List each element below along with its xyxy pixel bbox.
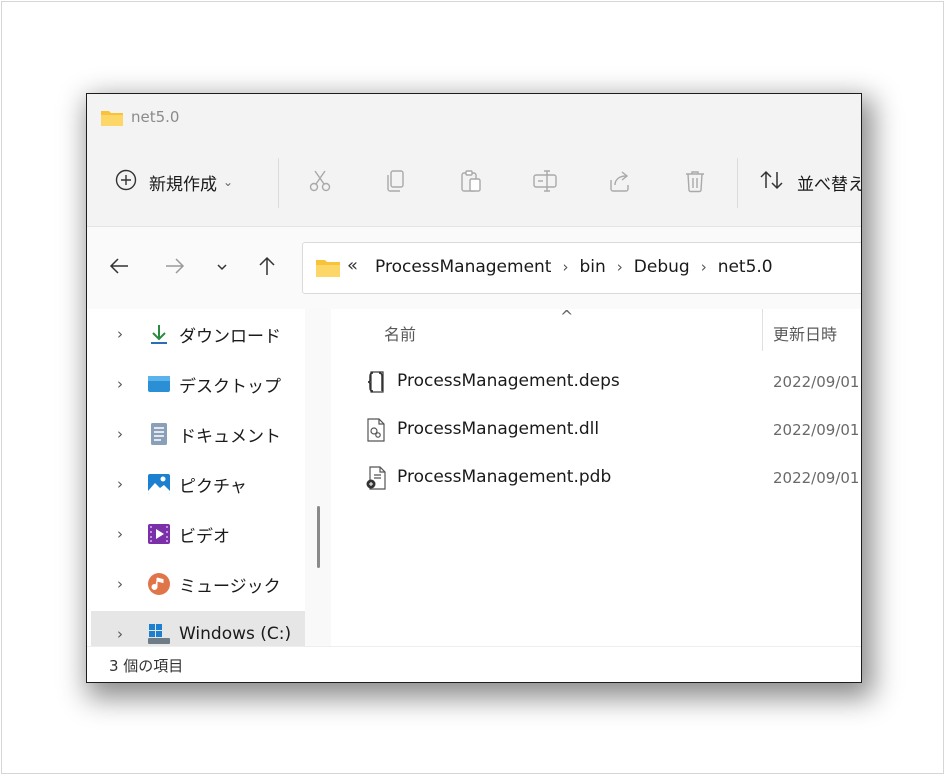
documents-icon bbox=[147, 422, 171, 446]
dll-file-icon bbox=[365, 418, 387, 442]
sidebar-item-label: デスクトップ bbox=[179, 376, 281, 397]
sidebar-item-downloads[interactable]: › ダウンロード bbox=[87, 311, 331, 357]
navigation-bar: « ProcessManagement › bin › Debug › net5… bbox=[87, 227, 861, 309]
new-button[interactable]: 新規作成 ⌄ bbox=[115, 162, 233, 202]
arrow-right-icon bbox=[163, 254, 187, 282]
delete-button[interactable] bbox=[680, 168, 710, 198]
music-icon bbox=[147, 572, 171, 596]
sort-button[interactable]: 並べ替え bbox=[759, 162, 861, 202]
sidebar-item-label: ビデオ bbox=[179, 526, 230, 547]
chevron-right-icon[interactable]: › bbox=[117, 625, 123, 643]
breadcrumb-separator[interactable]: › bbox=[617, 258, 623, 276]
rename-button[interactable] bbox=[530, 168, 560, 198]
sidebar-item-label: ドキュメント bbox=[179, 426, 281, 447]
chevron-right-icon[interactable]: › bbox=[117, 575, 123, 593]
file-row[interactable]: ProcessManagement.dll 2022/09/01 bbox=[357, 408, 861, 452]
recent-locations-button[interactable] bbox=[209, 255, 235, 281]
address-overflow-chevron[interactable]: « bbox=[347, 255, 358, 276]
file-name: ProcessManagement.deps bbox=[397, 371, 620, 391]
scissors-icon bbox=[307, 168, 333, 198]
status-bar: 3 個の項目 bbox=[87, 646, 861, 682]
copy-button[interactable] bbox=[381, 168, 411, 198]
breadcrumb-item[interactable]: net5.0 bbox=[718, 257, 773, 277]
copy-icon bbox=[383, 168, 409, 198]
sidebar-item-label: Windows (C:) bbox=[179, 624, 292, 644]
sort-indicator: ^ bbox=[560, 307, 574, 326]
forward-button[interactable] bbox=[162, 255, 188, 281]
trash-icon bbox=[682, 168, 708, 198]
sidebar-item-label: ピクチャ bbox=[179, 476, 247, 497]
column-divider[interactable] bbox=[762, 309, 763, 351]
command-bar: 新規作成 ⌄ 並べ替え bbox=[87, 140, 861, 227]
chevron-right-icon[interactable]: › bbox=[117, 525, 123, 543]
sort-button-label: 並べ替え bbox=[797, 174, 861, 195]
json-file-icon bbox=[365, 370, 387, 394]
clipboard-icon bbox=[458, 168, 484, 198]
navigation-pane-scrollbar[interactable] bbox=[305, 309, 331, 646]
sidebar-item-label: ダウンロード bbox=[179, 326, 281, 347]
up-button[interactable] bbox=[254, 255, 280, 281]
share-icon bbox=[607, 168, 633, 198]
sidebar-item-windows-drive[interactable]: › Windows (C:) bbox=[91, 611, 305, 646]
desktop-icon bbox=[147, 372, 171, 396]
chevron-right-icon[interactable]: › bbox=[117, 425, 123, 443]
file-date-modified: 2022/09/01 bbox=[773, 373, 860, 391]
toolbar-divider bbox=[278, 158, 279, 208]
sidebar-item-videos[interactable]: › ビデオ bbox=[87, 511, 331, 557]
new-button-label: 新規作成 bbox=[149, 174, 217, 195]
breadcrumb-item[interactable]: bin bbox=[579, 257, 605, 277]
drive-icon bbox=[147, 622, 171, 646]
breadcrumb-separator[interactable]: › bbox=[701, 258, 707, 276]
sidebar-item-documents[interactable]: › ドキュメント bbox=[87, 411, 331, 457]
chevron-right-icon[interactable]: › bbox=[117, 475, 123, 493]
breadcrumb-item[interactable]: ProcessManagement bbox=[375, 257, 551, 277]
file-row[interactable]: ProcessManagement.pdb 2022/09/01 bbox=[357, 456, 861, 500]
chevron-down-icon bbox=[215, 259, 229, 278]
toolbar-divider bbox=[737, 158, 738, 208]
chevron-right-icon[interactable]: › bbox=[117, 375, 123, 393]
sort-icon bbox=[759, 168, 785, 196]
file-date-modified: 2022/09/01 bbox=[773, 421, 860, 439]
column-header-date-modified[interactable]: 更新日時 bbox=[773, 321, 837, 345]
download-icon bbox=[147, 322, 171, 346]
title-bar: net5.0 bbox=[87, 94, 861, 140]
sidebar-item-music[interactable]: › ミュージック bbox=[87, 561, 331, 607]
navigation-pane: › ダウンロード › デスクトップ › ドキュメント › ピクチャ › ビデオ … bbox=[87, 309, 331, 646]
chevron-down-icon: ⌄ bbox=[223, 175, 234, 189]
address-bar[interactable]: « ProcessManagement › bin › Debug › net5… bbox=[302, 242, 861, 294]
share-button[interactable] bbox=[605, 168, 635, 198]
add-circle-icon bbox=[115, 169, 137, 195]
file-name: ProcessManagement.pdb bbox=[397, 467, 612, 487]
arrow-up-icon bbox=[255, 254, 279, 282]
paste-button[interactable] bbox=[456, 168, 486, 198]
sidebar-item-label: ミュージック bbox=[179, 576, 281, 597]
breadcrumb: ProcessManagement › bin › Debug › net5.0 bbox=[375, 257, 773, 277]
sidebar-item-desktop[interactable]: › デスクトップ bbox=[87, 361, 331, 407]
sidebar-item-pictures[interactable]: › ピクチャ bbox=[87, 461, 331, 507]
window-title: net5.0 bbox=[131, 108, 180, 126]
scrollbar-thumb[interactable] bbox=[317, 506, 320, 568]
pdb-file-icon bbox=[365, 466, 387, 490]
pictures-icon bbox=[147, 472, 171, 496]
chevron-right-icon[interactable]: › bbox=[117, 325, 123, 343]
rename-icon bbox=[531, 168, 559, 198]
column-header-name[interactable]: 名前 bbox=[384, 321, 416, 345]
folder-icon bbox=[100, 108, 124, 132]
explorer-window: net5.0 新規作成 ⌄ 並べ替え « ProcessManagement ›… bbox=[87, 94, 861, 682]
file-name: ProcessManagement.dll bbox=[397, 419, 600, 439]
arrow-left-icon bbox=[107, 254, 131, 282]
cut-button[interactable] bbox=[305, 168, 335, 198]
file-date-modified: 2022/09/01 bbox=[773, 469, 860, 487]
videos-icon bbox=[147, 522, 171, 546]
folder-icon bbox=[315, 257, 341, 283]
breadcrumb-separator[interactable]: › bbox=[562, 258, 568, 276]
back-button[interactable] bbox=[106, 255, 132, 281]
breadcrumb-item[interactable]: Debug bbox=[634, 257, 690, 277]
item-count: 3 個の項目 bbox=[109, 657, 184, 675]
file-row[interactable]: ProcessManagement.deps 2022/09/01 bbox=[357, 360, 861, 404]
